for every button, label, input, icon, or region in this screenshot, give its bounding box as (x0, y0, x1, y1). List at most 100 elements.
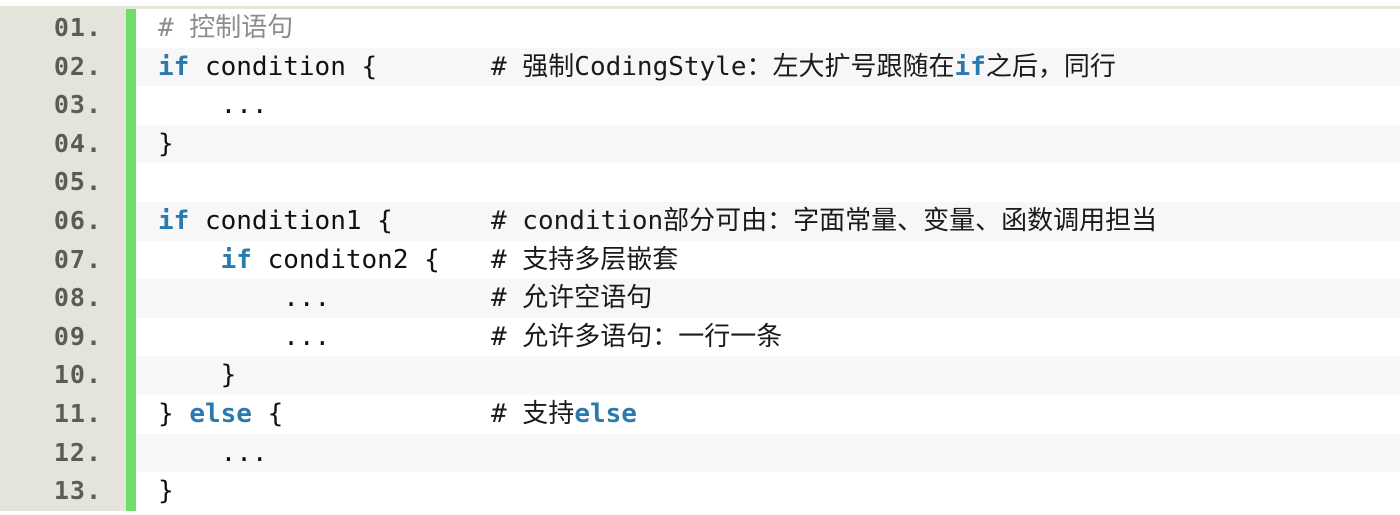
code-body: ... (158, 321, 331, 352)
code-body: } (158, 128, 174, 159)
gutter-spacer (118, 356, 126, 395)
code-row[interactable]: 02. if condition { # 强制CodingStyle：左大扩号跟随在… (0, 47, 1400, 87)
line-number: 05. (0, 163, 118, 202)
code-comment: # 支持多层嵌套 (491, 241, 678, 280)
code-comment: # condition部分可由：字面常量、变量、函数调用担当 (491, 202, 1157, 241)
code-text[interactable]: ... (136, 86, 1400, 125)
change-marker-bar (126, 433, 136, 473)
line-number: 08. (0, 279, 118, 318)
code-comment: # 支持else (491, 395, 637, 434)
line-number: 09. (0, 317, 118, 357)
code-row[interactable]: 03. ... (0, 86, 1400, 125)
code-text[interactable]: ... # 允许空语句 (136, 279, 1400, 318)
gutter-spacer (118, 240, 126, 280)
code-row[interactable]: 09. ... # 允许多语句：一行一条 (0, 317, 1400, 357)
gutter-spacer (118, 394, 126, 434)
code-body: } (158, 476, 174, 507)
line-number: 10. (0, 356, 118, 395)
code-text[interactable]: if condition1 { # condition部分可由：字面常量、变量、函… (136, 202, 1400, 241)
code-prefix: } (158, 398, 190, 429)
code-row[interactable]: 12. ... (0, 433, 1400, 473)
change-marker-bar (126, 201, 136, 241)
code-text[interactable]: ... # 允许多语句：一行一条 (136, 318, 1400, 357)
code-comment: # 强制CodingStyle：左大扩号跟随在if之后，同行 (491, 48, 1116, 87)
change-marker-bar (126, 124, 136, 164)
code-keyword: if (220, 244, 252, 275)
change-marker-bar (126, 356, 136, 395)
gutter-spacer (118, 163, 126, 202)
change-marker-bar (126, 279, 136, 318)
change-marker-bar (126, 472, 136, 511)
code-body: condition1 { (189, 205, 393, 236)
code-keyword: if (158, 205, 190, 236)
line-number: 11. (0, 394, 118, 434)
change-marker-bar (126, 9, 136, 48)
code-text[interactable] (136, 163, 1400, 202)
code-line-list: 01. # 控制语句 02. if condition { # 强制CodingStyl… (0, 9, 1400, 511)
gutter-spacer (118, 279, 126, 318)
comment-text: # 允许空语句 (491, 283, 653, 314)
code-body: ... (158, 437, 268, 468)
code-row[interactable]: 05. (0, 163, 1400, 202)
code-comment: # 允许多语句：一行一条 (491, 318, 782, 357)
code-body: conditon2 { (251, 244, 440, 275)
line-number: 12. (0, 433, 118, 473)
comment-keyword: if (954, 51, 986, 82)
code-text[interactable]: } (136, 472, 1400, 511)
code-body: ... (158, 90, 268, 121)
line-number: 13. (0, 472, 118, 511)
comment-text: # 控制语句 (158, 13, 294, 43)
change-marker-bar (126, 86, 136, 125)
code-row[interactable]: 06. if condition1 { # condition部分可由：字面常量、变… (0, 201, 1400, 241)
code-comment: # 允许空语句 (491, 279, 652, 318)
code-text[interactable]: # 控制语句 (136, 9, 1400, 48)
gutter-spacer (118, 9, 126, 48)
comment-text: # 支持多层嵌套 (491, 244, 679, 275)
code-row[interactable]: 01. # 控制语句 (0, 9, 1400, 48)
line-number: 04. (0, 124, 118, 164)
line-number: 01. (0, 9, 118, 48)
code-row[interactable]: 07. if conditon2 { # 支持多层嵌套 (0, 240, 1400, 280)
code-row[interactable]: 13.} (0, 472, 1400, 511)
code-snippet-viewer: 01. # 控制语句 02. if condition { # 强制CodingStyl… (0, 0, 1400, 515)
change-marker-bar (126, 317, 136, 357)
gutter-spacer (118, 472, 126, 511)
code-text[interactable]: if condition { # 强制CodingStyle：左大扩号跟随在if之… (136, 48, 1400, 87)
code-text[interactable]: } (136, 125, 1400, 164)
line-number: 03. (0, 86, 118, 125)
comment-text-before: # 支持 (491, 398, 575, 429)
code-row[interactable]: 08. ... # 允许空语句 (0, 279, 1400, 318)
code-body: { (251, 398, 284, 429)
gutter-spacer (118, 86, 126, 125)
code-keyword: else (189, 398, 252, 429)
gutter-spacer (118, 124, 126, 164)
comment-text-after: 之后，同行 (985, 51, 1116, 82)
line-number: 02. (0, 47, 118, 87)
code-comment: # 控制语句 (158, 9, 293, 48)
change-marker-bar (126, 394, 136, 434)
line-number: 07. (0, 240, 118, 280)
code-text[interactable]: } (136, 356, 1400, 395)
change-marker-bar (126, 240, 136, 280)
code-body: ... (158, 283, 331, 314)
gutter-spacer (118, 201, 126, 241)
line-number: 06. (0, 201, 118, 241)
code-row[interactable]: 10. } (0, 356, 1400, 395)
gutter-spacer (118, 433, 126, 473)
change-marker-bar (126, 47, 136, 87)
code-body: condition { (189, 51, 378, 82)
comment-text: # 允许多语句：一行一条 (491, 321, 783, 352)
code-body: } (158, 360, 237, 391)
comment-keyword: else (574, 398, 637, 429)
code-row[interactable]: 11.} else {# 支持else (0, 394, 1400, 434)
code-text[interactable]: ... (136, 434, 1400, 473)
code-text[interactable]: } else {# 支持else (136, 395, 1400, 434)
gutter-spacer (118, 47, 126, 87)
comment-text: # condition部分可由：字面常量、变量、函数调用担当 (491, 205, 1158, 236)
gutter-spacer (118, 317, 126, 357)
comment-text-before: # 强制CodingStyle：左大扩号跟随在 (491, 51, 955, 82)
code-text[interactable]: if conditon2 { # 支持多层嵌套 (136, 241, 1400, 280)
code-row[interactable]: 04.} (0, 124, 1400, 164)
change-marker-bar (126, 163, 136, 202)
